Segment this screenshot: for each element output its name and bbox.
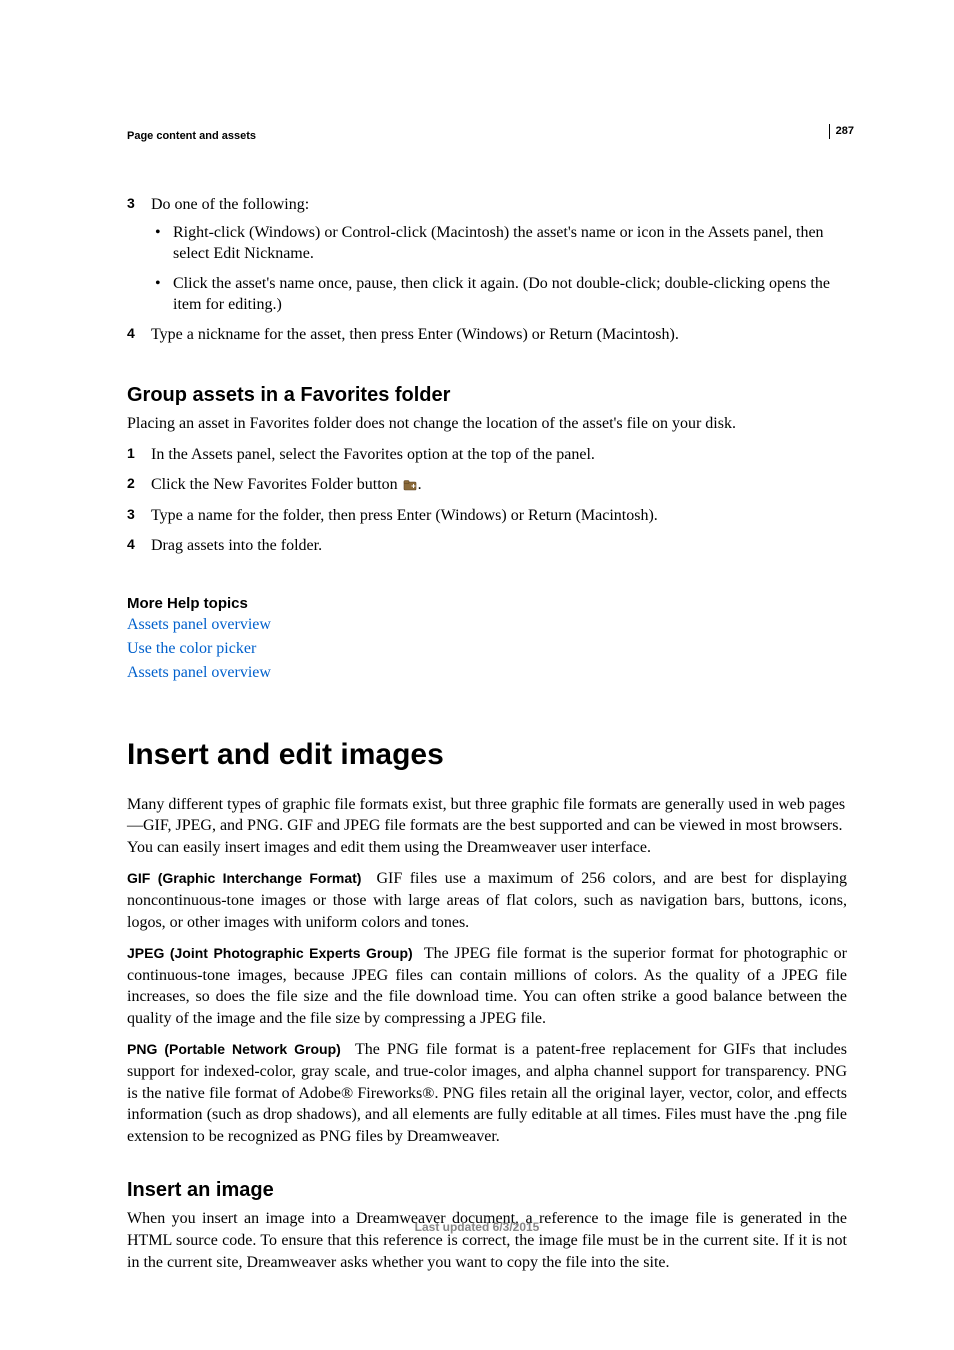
png-paragraph: PNG (Portable Network Group) The PNG fil… xyxy=(127,1039,847,1147)
jpeg-paragraph: JPEG (Joint Photographic Experts Group) … xyxy=(127,943,847,1029)
step-text: Type a name for the folder, then press E… xyxy=(151,507,658,524)
link-assets-panel-overview[interactable]: Assets panel overview xyxy=(127,616,847,634)
step-4: 4 Type a nickname for the asset, then pr… xyxy=(127,324,847,346)
step-text: Drag assets into the folder. xyxy=(151,537,322,554)
step-text-after: . xyxy=(418,476,422,493)
bullet-item: Click the asset's name once, pause, then… xyxy=(151,273,847,316)
step-number: 4 xyxy=(127,535,135,554)
step-number: 2 xyxy=(127,474,135,493)
group-step-1: 1 In the Assets panel, select the Favori… xyxy=(127,444,847,466)
new-favorites-folder-icon xyxy=(403,476,417,498)
insert-image-text: When you insert an image into a Dreamwea… xyxy=(127,1208,847,1273)
step-text: Do one of the following: xyxy=(151,196,309,213)
link-assets-panel-overview-2[interactable]: Assets panel overview xyxy=(127,664,847,682)
step-number: 3 xyxy=(127,194,135,213)
heading-more-help: More Help topics xyxy=(127,595,847,612)
step-text: Type a nickname for the asset, then pres… xyxy=(151,326,679,343)
group-intro: Placing an asset in Favorites folder doe… xyxy=(127,413,847,435)
step-number: 1 xyxy=(127,444,135,463)
group-step-4: 4 Drag assets into the folder. xyxy=(127,535,847,557)
link-use-color-picker[interactable]: Use the color picker xyxy=(127,640,847,658)
step-3: 3 Do one of the following: Right-click (… xyxy=(127,194,847,316)
png-label: PNG (Portable Network Group) xyxy=(127,1041,341,1057)
heading-insert-edit-images: Insert and edit images xyxy=(127,738,847,772)
gif-label: GIF (Graphic Interchange Format) xyxy=(127,870,361,886)
step-text: In the Assets panel, select the Favorite… xyxy=(151,446,595,463)
group-step-2: 2 Click the New Favorites Folder button … xyxy=(127,474,847,498)
gif-paragraph: GIF (Graphic Interchange Format) GIF fil… xyxy=(127,868,847,933)
page-number: 287 xyxy=(829,124,854,139)
chapter-intro: Many different types of graphic file for… xyxy=(127,794,847,859)
footer-last-updated: Last updated 6/3/2015 xyxy=(0,1220,954,1234)
running-head: Page content and assets xyxy=(127,130,854,142)
step-text-before: Click the New Favorites Folder button xyxy=(151,476,402,493)
jpeg-label: JPEG (Joint Photographic Experts Group) xyxy=(127,945,413,961)
heading-group-assets: Group assets in a Favorites folder xyxy=(127,384,847,407)
step-number: 3 xyxy=(127,505,135,524)
step-number: 4 xyxy=(127,324,135,343)
heading-insert-image: Insert an image xyxy=(127,1179,847,1202)
bullet-item: Right-click (Windows) or Control-click (… xyxy=(151,222,847,265)
group-step-3: 3 Type a name for the folder, then press… xyxy=(127,505,847,527)
